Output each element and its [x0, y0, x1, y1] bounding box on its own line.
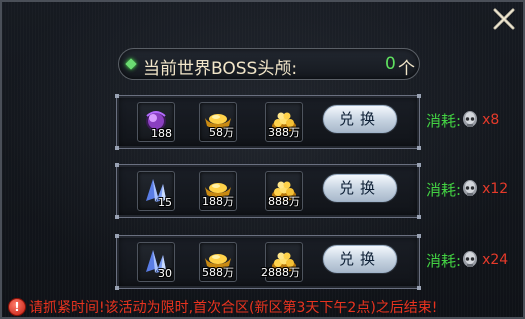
row-corner: [417, 234, 421, 238]
boss-head-icon: [463, 251, 478, 267]
reward-slot[interactable]: 188: [137, 102, 175, 142]
row-corner: [115, 286, 119, 290]
cost-quantity: x8: [482, 112, 500, 128]
boss-head-counter: 当前世界BOSS头颅: 0 个: [118, 48, 420, 80]
reward-slot[interactable]: 2888万: [261, 242, 303, 282]
reward-slot[interactable]: 188万: [199, 171, 237, 211]
row-corner: [417, 146, 421, 150]
reward-slot[interactable]: 30: [137, 242, 175, 282]
exchange-button[interactable]: 兑换: [323, 174, 397, 202]
exchange-row-3: 30 588万 2888万 兑换: [115, 234, 421, 290]
counter-unit: 个: [398, 59, 415, 79]
event-notice: ! 请抓紧时间!该活动为限时,首次合区(新区第3天下午2点)之后结束!: [8, 297, 437, 317]
exchange-button[interactable]: 兑换: [323, 245, 397, 273]
item-quantity: 30: [158, 267, 172, 280]
exchange-row-2: 15 188万 888万 兑换: [115, 163, 421, 219]
cost-quantity: x24: [482, 252, 509, 268]
row-corner: [115, 94, 119, 98]
cost-label: 消耗:: [426, 180, 462, 199]
cost-display: 消耗: x12: [426, 179, 508, 199]
close-icon: [493, 8, 515, 30]
exchange-button[interactable]: 兑换: [323, 105, 397, 133]
row-corner: [115, 146, 119, 150]
boss-head-icon: [463, 111, 478, 127]
item-quantity: 188: [151, 127, 172, 140]
notice-text: 请抓紧时间!该活动为限时,首次合区(新区第3天下午2点)之后结束!: [29, 300, 438, 316]
item-quantity: 588万: [202, 266, 234, 279]
exchange-panel: 当前世界BOSS头颅: 0 个 188 58万 388万 兑换 消耗: x8 1…: [0, 0, 525, 319]
reward-slot[interactable]: 15: [137, 171, 175, 211]
item-quantity: 58万: [209, 126, 234, 139]
cost-label: 消耗:: [426, 111, 462, 130]
item-quantity: 2888万: [261, 266, 300, 279]
cost-display: 消耗: x8: [426, 110, 499, 130]
counter-title: 当前世界BOSS头颅:: [143, 59, 298, 79]
reward-slot[interactable]: 388万: [265, 102, 303, 142]
item-quantity: 15: [158, 196, 172, 209]
row-corner: [417, 94, 421, 98]
counter-value: 0: [385, 54, 396, 74]
row-corner: [115, 163, 119, 167]
cost-label: 消耗:: [426, 251, 462, 270]
item-quantity: 888万: [268, 195, 300, 208]
row-corner: [417, 286, 421, 290]
exchange-row-1: 188 58万 388万 兑换: [115, 94, 421, 150]
item-quantity: 388万: [268, 126, 300, 139]
warning-icon: !: [8, 298, 26, 316]
green-gem-icon: [125, 58, 137, 70]
close-button[interactable]: [491, 6, 517, 32]
reward-slot[interactable]: 588万: [199, 242, 237, 282]
reward-slot[interactable]: 888万: [265, 171, 303, 211]
boss-head-icon: [463, 180, 478, 196]
cost-display: 消耗: x24: [426, 250, 508, 270]
reward-slot[interactable]: 58万: [199, 102, 237, 142]
row-corner: [417, 163, 421, 167]
row-corner: [417, 215, 421, 219]
row-corner: [115, 215, 119, 219]
item-quantity: 188万: [202, 195, 234, 208]
row-corner: [115, 234, 119, 238]
cost-quantity: x12: [482, 181, 509, 197]
